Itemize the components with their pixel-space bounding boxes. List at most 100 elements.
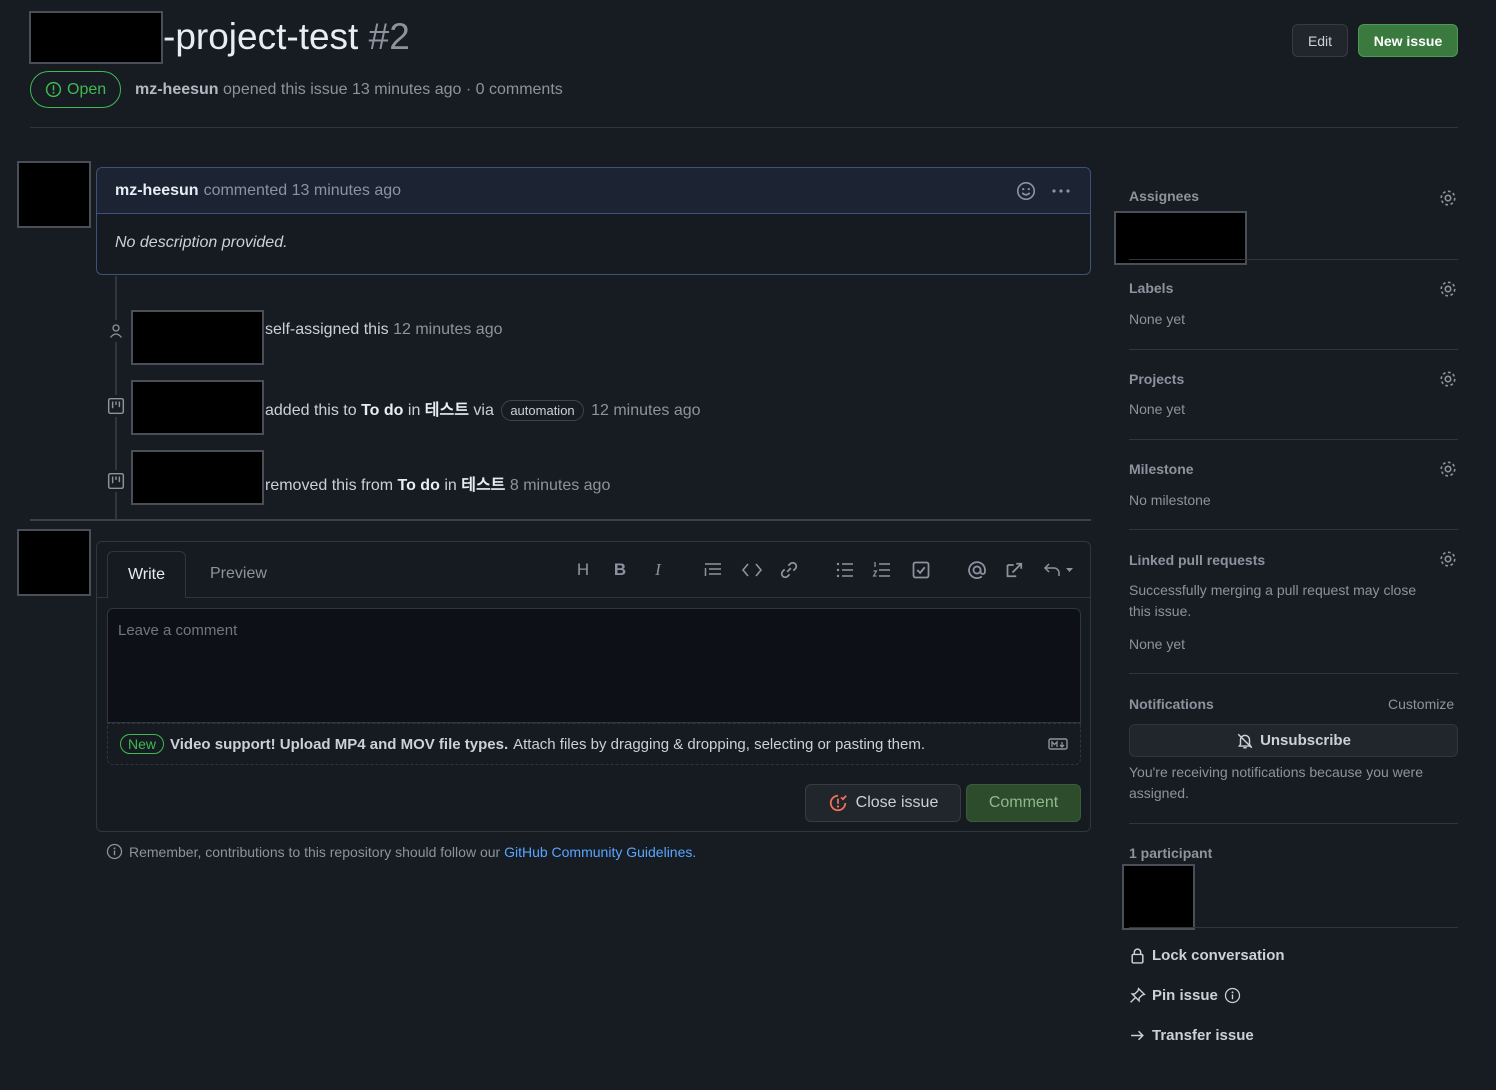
milestone-heading[interactable]: Milestone [1129, 461, 1194, 477]
milestone-value: No milestone [1129, 492, 1211, 508]
new-badge: New [120, 734, 165, 754]
timeline-via-text: via [473, 402, 494, 419]
timeline-event-text: removed this from [265, 477, 394, 494]
upload-text: Attach files by dragging & dropping, sel… [513, 735, 926, 753]
comment-textarea[interactable] [107, 608, 1081, 723]
tabs-divider [186, 597, 1090, 598]
gear-icon[interactable] [1438, 369, 1458, 389]
ordered-list-icon[interactable] [872, 561, 892, 579]
timeline-divider [30, 519, 1091, 521]
assignees-heading[interactable]: Assignees [1129, 188, 1199, 204]
comment-author-link[interactable]: mz-heesun [115, 182, 199, 200]
customize-link[interactable]: Customize [1388, 696, 1454, 712]
edit-button[interactable]: Edit [1292, 24, 1348, 57]
timeline-in-text: in [444, 477, 457, 494]
comment-button[interactable]: Comment [966, 784, 1081, 822]
gear-icon[interactable] [1438, 459, 1458, 479]
info-icon[interactable] [1224, 987, 1241, 1004]
issue-author-link[interactable]: mz-heesun [135, 81, 219, 98]
person-icon [105, 320, 127, 342]
notification-reason: You're receiving notifications because y… [1129, 764, 1423, 780]
gear-icon[interactable] [1438, 279, 1458, 299]
timeline-event-time[interactable]: 8 minutes ago [510, 477, 611, 494]
bell-slash-icon [1237, 733, 1253, 748]
comment-action-text: commented 13 minutes ago [203, 181, 402, 199]
file-upload-bar[interactable]: New Video support! Upload MP4 and MOV fi… [107, 723, 1081, 765]
participants-heading: 1 participant [1129, 845, 1213, 861]
gear-icon[interactable] [1438, 188, 1458, 208]
automation-badge: automation [501, 400, 584, 421]
projects-heading[interactable]: Projects [1129, 371, 1184, 387]
lock-icon [1131, 948, 1144, 964]
markdown-icon [1048, 738, 1068, 750]
transfer-issue-label: Transfer issue [1152, 1027, 1254, 1044]
link-icon[interactable] [779, 560, 799, 580]
contribution-notice: Remember, contributions to this reposito… [106, 843, 696, 860]
comment-body: No description provided. [115, 234, 288, 251]
cross-reference-icon[interactable] [1005, 560, 1025, 580]
tab-write[interactable]: Write [107, 551, 186, 598]
quote-icon[interactable] [703, 561, 723, 579]
gear-icon[interactable] [1438, 549, 1458, 569]
unsubscribe-button[interactable]: Unsubscribe [1129, 724, 1458, 757]
project-name-link[interactable]: 테스트 [461, 477, 505, 494]
task-list-icon[interactable] [911, 560, 931, 580]
italic-button[interactable]: I [646, 560, 670, 580]
pin-issue-label: Pin issue [1152, 987, 1218, 1004]
issue-title-text: -project-test [163, 16, 359, 57]
bold-button[interactable]: B [608, 560, 632, 580]
code-icon[interactable] [741, 561, 763, 579]
issue-closed-icon [829, 794, 847, 812]
header-divider [30, 127, 1458, 128]
lock-conversation-link[interactable]: Lock conversation [1129, 947, 1285, 964]
kebab-horizontal-icon[interactable] [1050, 181, 1072, 201]
timeline-event: removed this from To do in 테스트 8 minutes… [265, 471, 610, 495]
sidebar-divider [1129, 823, 1458, 824]
mention-icon[interactable] [966, 559, 988, 581]
pin-issue-link[interactable]: Pin issue [1129, 987, 1241, 1004]
guidelines-period: . [692, 843, 697, 860]
unordered-list-icon[interactable] [835, 561, 855, 579]
redacted-assignee [1114, 211, 1247, 265]
linked-prs-heading[interactable]: Linked pull requests [1129, 552, 1265, 568]
timeline-event-time[interactable]: 12 minutes ago [591, 402, 700, 419]
close-issue-button[interactable]: Close issue [805, 784, 961, 822]
redacted-avatar [131, 310, 264, 365]
lock-conversation-label: Lock conversation [1152, 947, 1285, 964]
avatar[interactable] [17, 529, 91, 596]
linked-prs-description-2: this issue. [1129, 603, 1192, 619]
sidebar-divider [1129, 259, 1458, 260]
tab-preview[interactable]: Preview [210, 565, 267, 583]
heading-button[interactable]: H [571, 560, 595, 580]
avatar[interactable] [17, 161, 91, 228]
labels-heading[interactable]: Labels [1129, 280, 1173, 296]
labels-value: None yet [1129, 311, 1186, 327]
reply-icon[interactable] [1043, 560, 1077, 580]
project-name-link[interactable]: 테스트 [425, 402, 469, 419]
community-guidelines-link[interactable]: GitHub Community Guidelines [504, 844, 692, 860]
redacted-participant-avatar[interactable] [1122, 864, 1195, 930]
comment-header: mz-heesun commented 13 minutes ago [97, 168, 1090, 214]
sidebar-divider [1129, 673, 1458, 674]
notifications-heading: Notifications [1129, 696, 1214, 712]
info-icon [106, 843, 123, 860]
sidebar-divider [1129, 349, 1458, 350]
linked-prs-description: Successfully merging a pull request may … [1129, 582, 1417, 598]
sidebar-divider [1129, 927, 1458, 928]
transfer-issue-link[interactable]: Transfer issue [1129, 1027, 1254, 1044]
unsubscribe-label: Unsubscribe [1260, 732, 1351, 749]
arrow-right-icon [1131, 1030, 1144, 1041]
project-column-link[interactable]: To do [361, 402, 403, 419]
notification-reason-2: assigned. [1129, 785, 1189, 801]
project-icon [105, 395, 127, 417]
status-label: Open [67, 80, 107, 98]
new-issue-button[interactable]: New issue [1358, 24, 1458, 57]
issue-opened-text: opened this issue 13 minutes ago · 0 com… [223, 81, 563, 98]
timeline-in-text: in [407, 402, 421, 419]
status-badge: Open [30, 71, 122, 108]
timeline-event: added this to To do in 테스트 via automatio… [265, 396, 701, 421]
smiley-icon[interactable] [1016, 181, 1036, 201]
upload-bold-text: Video support! Upload MP4 and MOV file t… [170, 735, 509, 753]
project-column-link[interactable]: To do [398, 477, 440, 494]
timeline-event-time[interactable]: 12 minutes ago [393, 321, 502, 338]
